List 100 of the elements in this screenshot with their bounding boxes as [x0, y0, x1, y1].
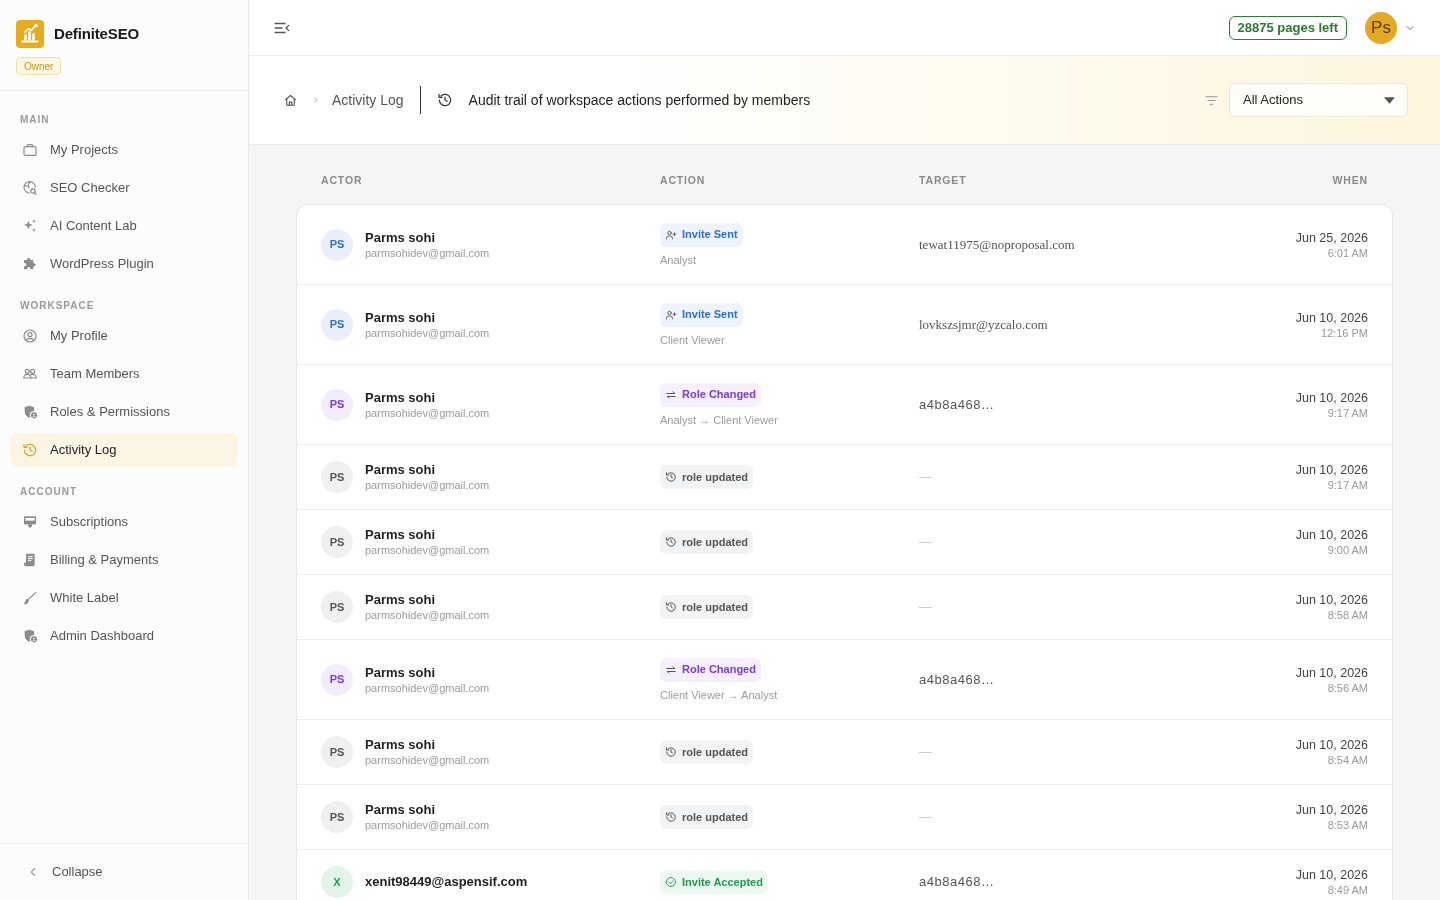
action-label: role updated: [682, 744, 748, 760]
globe-search-icon: [22, 180, 38, 196]
sidebar-item[interactable]: My Profile: [10, 319, 238, 353]
sidebar-item[interactable]: Admin Dashboard: [10, 619, 238, 653]
time-text: 12:16 PM: [1320, 325, 1368, 340]
time-text: 8:54 AM: [1327, 753, 1368, 767]
initials-avatar: X: [321, 866, 353, 898]
actor-name: Parms sohi: [365, 309, 436, 326]
target-text: —: [919, 743, 932, 762]
date-text: Jun 10, 2026: [1295, 309, 1368, 326]
shield-user-icon: [22, 628, 38, 644]
initials-avatar: PS: [321, 526, 353, 558]
sidebar-item[interactable]: Activity Log: [10, 433, 238, 467]
role-badge: Owner: [16, 57, 62, 75]
target-text: lovkszsjmr@yzcalo.com: [919, 315, 1048, 334]
actions-filter-dropdown[interactable]: All Actions: [1229, 83, 1408, 117]
action-label: Invite Sent: [682, 307, 738, 323]
pages-left-badge: 28875 pages left: [1228, 15, 1347, 40]
target-text: tewat11975@noproposal.com: [919, 235, 1075, 254]
history-icon: [665, 601, 677, 613]
sidebar-item[interactable]: My Projects: [10, 133, 238, 167]
brand-name: DefiniteSEO: [54, 23, 140, 44]
history-icon: [665, 811, 677, 823]
actor-name: Parms sohi: [365, 462, 436, 478]
initials-avatar: PS: [321, 663, 353, 696]
sidebar-item[interactable]: Team Members: [10, 357, 238, 391]
action-label: role updated: [682, 534, 748, 550]
column-header: ACTION: [660, 173, 706, 189]
date-text: Jun 10, 2026: [1295, 664, 1368, 681]
bar-chart-logo-icon: [16, 20, 44, 48]
sidebar-item[interactable]: White Label: [10, 581, 238, 615]
initials-avatar: PS: [321, 801, 353, 833]
sidebar-item[interactable]: AI Content Lab: [10, 209, 238, 243]
date-text: Jun 10, 2026: [1295, 527, 1368, 543]
sidebar-item[interactable]: Roles & Permissions: [10, 395, 238, 429]
time-text: 6:01 AM: [1327, 245, 1368, 260]
user-plus-icon: [665, 228, 677, 241]
initials-avatar: PS: [321, 228, 353, 261]
actor-name: xenit98449@aspensif.com: [365, 874, 528, 890]
actor-email: parmsohidev@gmail.com: [365, 245, 490, 260]
page-description: Audit trail of workspace actions performed by members: [468, 90, 811, 110]
home-icon[interactable]: [283, 92, 298, 108]
column-header: WHEN: [1332, 173, 1368, 189]
initials-avatar: PS: [321, 736, 353, 768]
time-text: 9:17 AM: [1327, 405, 1368, 420]
swap-arrows-icon: [665, 388, 677, 401]
actor-name: Parms sohi: [365, 527, 436, 543]
check-circle-icon: [665, 876, 677, 888]
puzzle-piece-icon: [22, 256, 38, 272]
date-text: Jun 10, 2026: [1295, 802, 1368, 818]
date-text: Jun 10, 2026: [1295, 462, 1368, 478]
swap-arrows-icon: [665, 663, 677, 676]
actor-email: parmsohidev@gmail.com: [365, 680, 490, 695]
time-text: 8:49 AM: [1327, 883, 1368, 897]
date-text: Jun 10, 2026: [1295, 867, 1368, 883]
action-label: Role Changed: [682, 387, 756, 403]
actor-email: parmsohidev@gmail.com: [365, 753, 490, 767]
time-text: 8:58 AM: [1327, 608, 1368, 622]
action-label: role updated: [682, 599, 748, 615]
history-icon: [436, 92, 453, 108]
history-icon: [22, 442, 38, 458]
actor-email: parmsohidev@gmail.com: [365, 325, 490, 340]
sidebar-item[interactable]: WordPress Plugin: [10, 247, 238, 281]
column-header: ACTOR: [321, 173, 363, 189]
section-label: ACCOUNT: [19, 484, 78, 499]
actor-name: Parms sohi: [365, 592, 436, 608]
history-icon: [665, 471, 677, 483]
time-text: 8:53 AM: [1327, 818, 1368, 832]
date-text: Jun 10, 2026: [1295, 737, 1368, 753]
initials-avatar: PS: [321, 388, 353, 421]
date-text: Jun 10, 2026: [1295, 592, 1368, 608]
user-circle-icon: [22, 328, 38, 344]
date-text: Jun 10, 2026: [1295, 389, 1368, 406]
actor-email: parmsohidev@gmail.com: [365, 478, 490, 492]
history-icon: [665, 536, 677, 548]
collapse-button[interactable]: Collapse: [26, 862, 103, 882]
action-detail: Client Viewer → Analyst: [660, 687, 778, 702]
chevron-right-icon: [311, 95, 321, 105]
caret-down-icon: [1384, 95, 1395, 105]
shield-user-icon: [22, 404, 38, 420]
initials-avatar: PS: [321, 308, 353, 341]
breadcrumb-current: Activity Log: [332, 90, 404, 110]
section-label: MAIN: [19, 112, 51, 127]
action-label: Invite Sent: [682, 227, 738, 243]
time-text: 8:56 AM: [1327, 680, 1368, 695]
sidebar-item[interactable]: Subscriptions: [10, 505, 238, 539]
action-detail: Analyst → Client Viewer: [660, 412, 778, 427]
action-detail: Client Viewer: [660, 332, 725, 347]
sidebar-item[interactable]: Billing & Payments: [10, 543, 238, 577]
monitor-icon: [22, 514, 38, 530]
actor-name: Parms sohi: [365, 737, 436, 753]
sidebar-item[interactable]: SEO Checker: [10, 171, 238, 205]
document-icon: [22, 552, 38, 568]
user-avatar[interactable]: Ps: [1365, 11, 1397, 44]
section-label: WORKSPACE: [19, 298, 96, 313]
brush-icon: [22, 590, 38, 606]
actor-email: parmsohidev@gmail.com: [365, 608, 490, 622]
actor-name: Parms sohi: [365, 389, 436, 406]
date-text: Jun 25, 2026: [1295, 229, 1368, 246]
column-header: TARGET: [919, 173, 967, 189]
